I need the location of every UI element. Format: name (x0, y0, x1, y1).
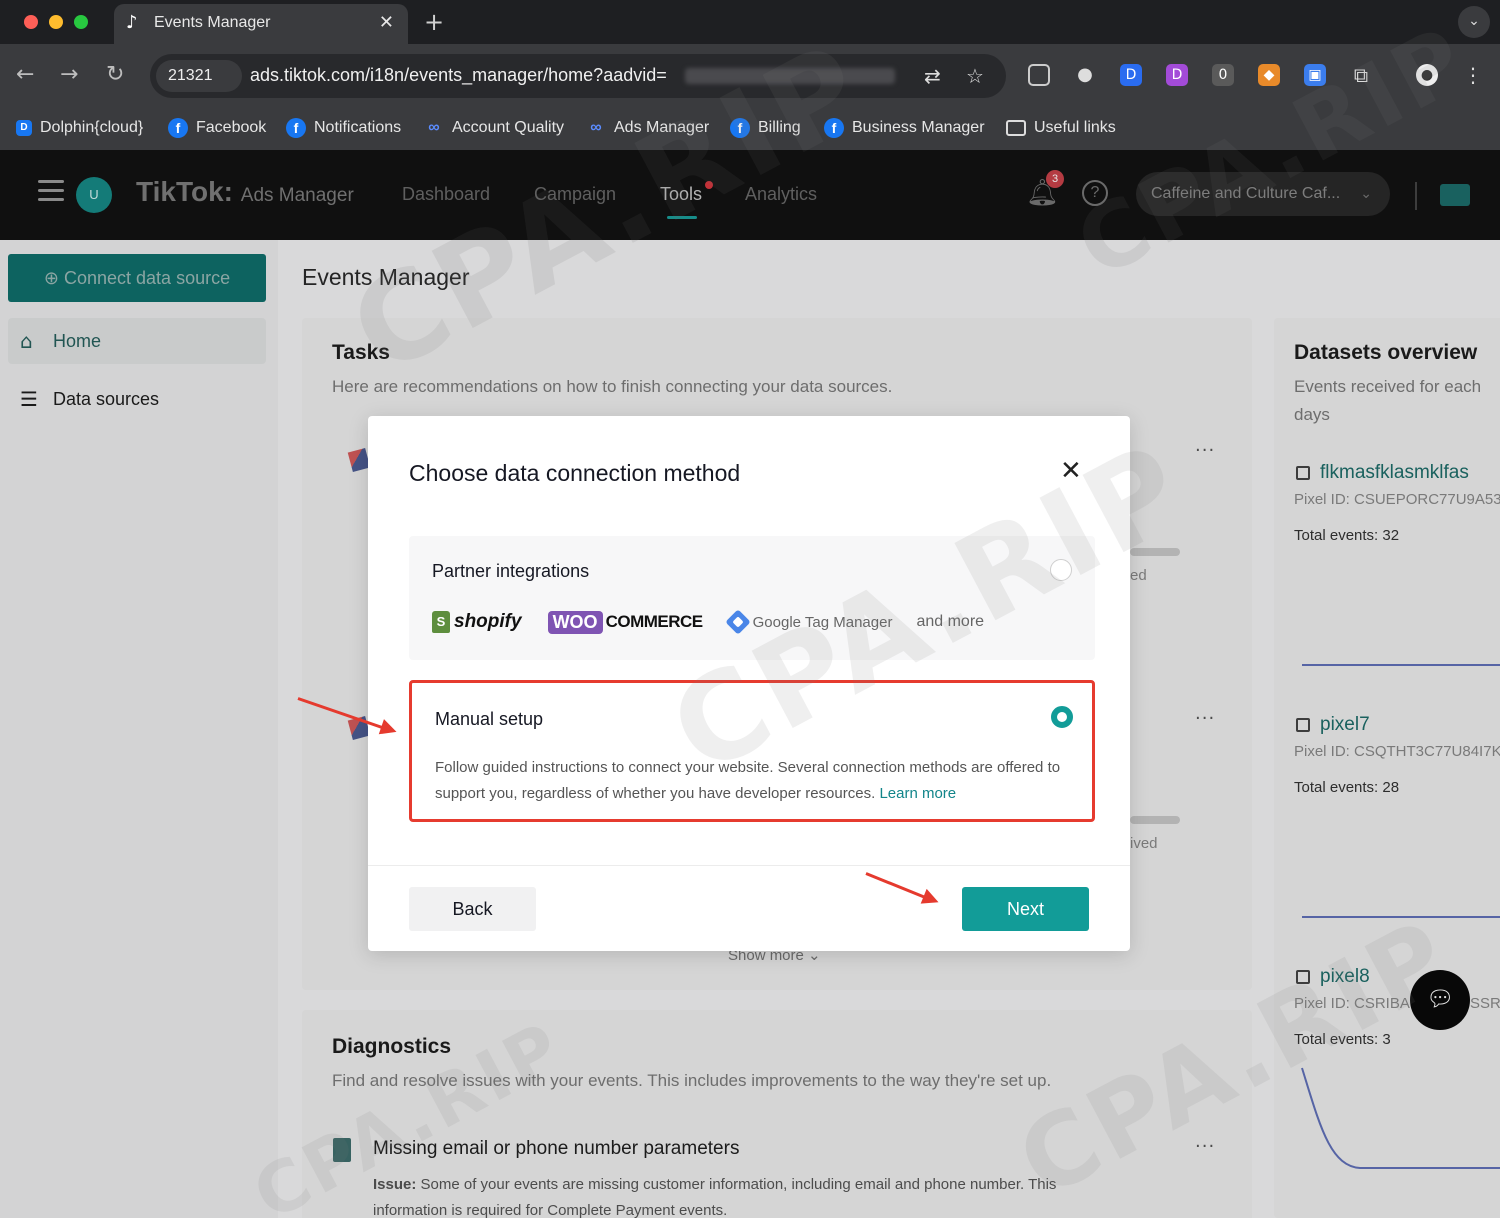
manual-radio[interactable] (1051, 706, 1073, 728)
translate-icon[interactable]: ⇄ (924, 64, 941, 88)
next-button[interactable]: Next (962, 887, 1089, 931)
browser-tab-strip: ♪ Events Manager ✕ + ⌄ (0, 0, 1500, 44)
bookmark-dolphin[interactable]: D Dolphin{cloud} (16, 116, 143, 140)
folder-icon (1006, 120, 1026, 136)
learn-more-link[interactable]: Learn more (879, 785, 956, 802)
meta-icon: ∞ (428, 119, 440, 136)
reload-icon[interactable]: ↻ (106, 62, 124, 87)
dialog-title: Choose data connection method (409, 460, 741, 486)
tab-title: Events Manager (154, 14, 271, 31)
extension-badge-count: 0 (1218, 67, 1228, 83)
dolphin-icon: D (16, 120, 32, 136)
camera-icon[interactable] (1028, 64, 1050, 86)
new-tab-button[interactable]: + (424, 8, 444, 36)
shopify-logo: Sshopify (432, 611, 522, 633)
dialog-footer-divider (368, 865, 1130, 866)
tab-search-icon[interactable]: ⌄ (1458, 6, 1490, 38)
facebook-icon: f (168, 118, 188, 138)
close-tab-icon[interactable]: ✕ (379, 12, 394, 33)
close-window-button[interactable] (24, 15, 38, 29)
browser-tab[interactable]: ♪ Events Manager ✕ (114, 4, 408, 44)
maximize-window-button[interactable] (74, 15, 88, 29)
address-bar[interactable]: 21321 ads.tiktok.com/i18n/events_manager… (150, 54, 1006, 98)
facebook-icon: f (286, 118, 306, 138)
option-title: Manual setup (435, 709, 544, 729)
woocommerce-logo: WOO COMMERCE (547, 610, 703, 634)
extension-d-blue-icon[interactable]: D (1120, 64, 1142, 86)
site-info-badge[interactable]: 21321 (156, 60, 242, 92)
url-text[interactable]: ads.tiktok.com/i18n/events_manager/home?… (250, 65, 667, 86)
option-title: Partner integrations (432, 561, 590, 581)
bookmark-notifications[interactable]: f Notifications (286, 116, 401, 140)
bookmark-star-icon[interactable]: ☆ (966, 64, 984, 88)
bookmark-account-quality[interactable]: ∞ Account Quality (424, 116, 564, 140)
metamask-icon[interactable]: ◆ (1258, 64, 1280, 86)
extension-d-purple-icon[interactable]: D (1166, 64, 1188, 86)
tiktok-icon: ♪ (126, 12, 138, 33)
cookie-icon[interactable]: ● (1074, 64, 1096, 86)
forward-arrow-icon[interactable]: → (60, 62, 78, 87)
bookmark-useful-links[interactable]: Useful links (1006, 116, 1116, 140)
bookmark-facebook[interactable]: f Facebook (168, 116, 266, 140)
minimize-window-button[interactable] (49, 15, 63, 29)
back-button[interactable]: Back (409, 887, 536, 931)
shopify-bag-icon: S (432, 611, 450, 633)
back-arrow-icon[interactable]: ← (16, 62, 34, 87)
extension-badge-icon[interactable]: 0 (1212, 64, 1234, 86)
